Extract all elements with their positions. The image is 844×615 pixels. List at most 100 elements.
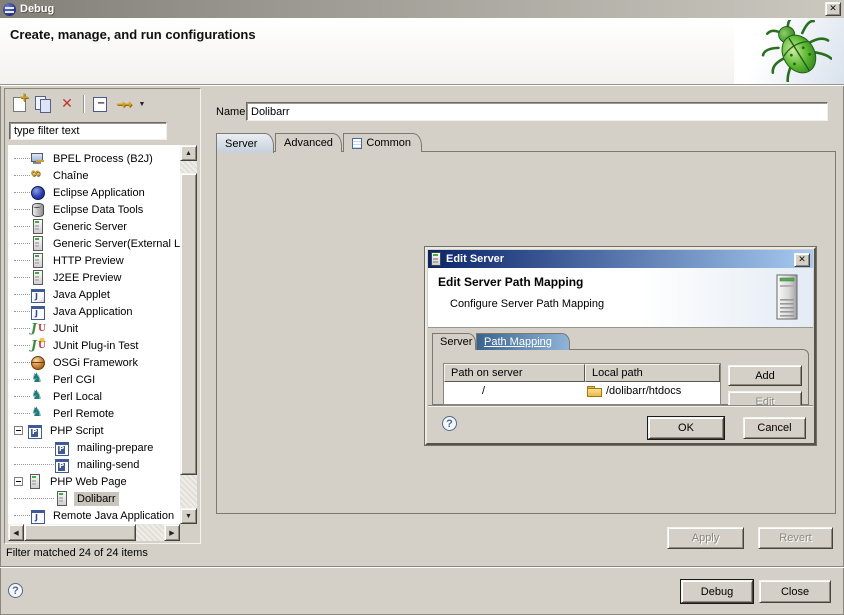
tree-connector [14, 209, 30, 210]
tree-item[interactable]: Generic Server [8, 218, 180, 235]
tree-item[interactable]: JUnit Plug-in Test [8, 337, 180, 354]
tree-rows: BPEL Process (B2J)ChaîneEclipse Applicat… [8, 150, 180, 524]
tree-item[interactable]: Eclipse Data Tools [8, 201, 180, 218]
tree-item[interactable]: Generic Server(External La [8, 235, 180, 252]
add-mapping-button[interactable]: Add [728, 365, 802, 386]
tree-item[interactable]: J2EE Preview [8, 269, 180, 286]
perl-icon [30, 406, 46, 421]
tree-connector [14, 260, 30, 261]
dialog-tab-path-mapping[interactable]: Path Mapping [476, 333, 570, 350]
tree-item[interactable]: Chaîne [8, 167, 180, 184]
tree-connector [14, 226, 30, 227]
server-path-cell: / [444, 385, 585, 397]
php-icon [54, 440, 70, 455]
footer-separator [0, 566, 844, 568]
tree-item-label: J2EE Preview [50, 271, 124, 285]
remote-java-icon [30, 508, 46, 523]
filter-status-text: Filter matched 24 of 24 items [6, 547, 148, 559]
dialog-button-bar: ? OK Cancel [428, 405, 813, 442]
dialog-titlebar[interactable]: Edit Server ✕ [428, 250, 813, 268]
tree-item-label: mailing-send [74, 458, 142, 472]
java-app-icon [30, 304, 46, 319]
tree-item[interactable]: JUnit [8, 320, 180, 337]
duplicate-configuration-icon[interactable] [31, 93, 55, 115]
tree-item[interactable]: Remote Java Application [8, 507, 180, 524]
server-icon [431, 252, 441, 266]
eclipse-icon [30, 185, 46, 200]
tree-item[interactable]: Perl Local [8, 388, 180, 405]
window-close-button[interactable]: ✕ [825, 2, 841, 16]
cancel-button[interactable]: Cancel [743, 417, 806, 439]
tree-item-label: Eclipse Data Tools [50, 203, 146, 217]
scroll-left-icon[interactable]: ◀ [8, 524, 24, 541]
tree-item[interactable]: PHP Web Page [8, 473, 180, 490]
tree-item-label: BPEL Process (B2J) [50, 152, 156, 166]
dialog-tab-server[interactable]: Server [432, 333, 476, 350]
tree-connector [14, 311, 30, 312]
table-header-row: Path on server Local path [444, 364, 720, 382]
tab-server[interactable]: Server [216, 133, 274, 153]
dialog-title: Edit Server [446, 253, 504, 265]
path-mapping-row[interactable]: //dolibarr/htdocs [444, 382, 720, 399]
collapse-expander-icon[interactable] [14, 426, 23, 435]
ok-button[interactable]: OK [648, 417, 724, 439]
tree-item-label: Remote Java Application [50, 509, 177, 523]
filter-input[interactable] [9, 122, 167, 140]
tree-item[interactable]: Eclipse Application [8, 184, 180, 201]
tree-connector [14, 379, 30, 380]
column-local-path[interactable]: Local path [585, 364, 720, 382]
tree-item-label: PHP Script [47, 424, 107, 438]
tree-item[interactable]: PHP Script [8, 422, 180, 439]
configurations-sidebar: BPEL Process (B2J)ChaîneEclipse Applicat… [4, 88, 201, 544]
tree-connector [14, 362, 30, 363]
server-icon [30, 236, 46, 251]
tree-item[interactable]: mailing-send [8, 456, 180, 473]
tab-advanced[interactable]: Advanced [275, 133, 342, 152]
tree-item[interactable]: mailing-prepare [8, 439, 180, 456]
scroll-down-icon[interactable]: ▼ [180, 508, 197, 524]
delete-configuration-icon[interactable] [55, 93, 79, 115]
tree-item-label: Generic Server [50, 220, 130, 234]
dialog-header-banner: Create, manage, and run configurations [0, 18, 844, 85]
column-path-on-server[interactable]: Path on server [444, 364, 585, 382]
dialog-close-button[interactable]: ✕ [794, 253, 810, 267]
help-icon[interactable]: ? [8, 583, 23, 598]
perl-icon [30, 372, 46, 387]
revert-button[interactable]: Revert [758, 527, 833, 549]
tab-common[interactable]: Common [343, 133, 422, 152]
tree-item[interactable]: Perl CGI [8, 371, 180, 388]
tree-item[interactable]: Perl Remote [8, 405, 180, 422]
name-input[interactable] [246, 102, 828, 121]
tree-item[interactable]: Java Applet [8, 286, 180, 303]
debug-configurations-window: Debug ✕ Create, manage, and run configur… [0, 0, 844, 615]
filter-menu-chevron-icon[interactable] [136, 93, 148, 115]
toolbar-separator [83, 95, 84, 113]
tree-connector [14, 294, 30, 295]
tree-item-label: mailing-prepare [74, 441, 156, 455]
tree-item[interactable]: Java Application [8, 303, 180, 320]
window-titlebar[interactable]: Debug ✕ [0, 0, 844, 18]
tree-item[interactable]: BPEL Process (B2J) [8, 150, 180, 167]
tree-item[interactable]: HTTP Preview [8, 252, 180, 269]
window-title: Debug [20, 3, 54, 15]
filter-icon[interactable] [112, 93, 136, 115]
dialog-help-icon[interactable]: ? [442, 416, 457, 431]
scroll-up-icon[interactable]: ▲ [180, 145, 197, 161]
collapse-expander-icon[interactable] [14, 477, 23, 486]
scrollbar-corner [180, 524, 197, 541]
tree-horizontal-scrollbar[interactable]: ◀ ▶ [8, 524, 180, 541]
apply-button[interactable]: Apply [667, 527, 744, 549]
close-button[interactable]: Close [759, 580, 831, 603]
collapse-all-icon[interactable] [88, 93, 112, 115]
debug-button[interactable]: Debug [681, 580, 753, 603]
new-configuration-icon[interactable] [7, 93, 31, 115]
tree-item-label: Perl Remote [50, 407, 117, 421]
tree-item[interactable]: Dolibarr [8, 490, 180, 507]
tree-vertical-scrollbar[interactable]: ▲ ▼ [180, 145, 197, 524]
vertical-scroll-thumb[interactable] [180, 173, 197, 475]
scroll-right-icon[interactable]: ▶ [164, 524, 180, 541]
configuration-tree: BPEL Process (B2J)ChaîneEclipse Applicat… [8, 145, 197, 541]
tree-connector [14, 328, 30, 329]
tree-item[interactable]: OSGi Framework [8, 354, 180, 371]
horizontal-scroll-thumb[interactable] [24, 524, 136, 541]
